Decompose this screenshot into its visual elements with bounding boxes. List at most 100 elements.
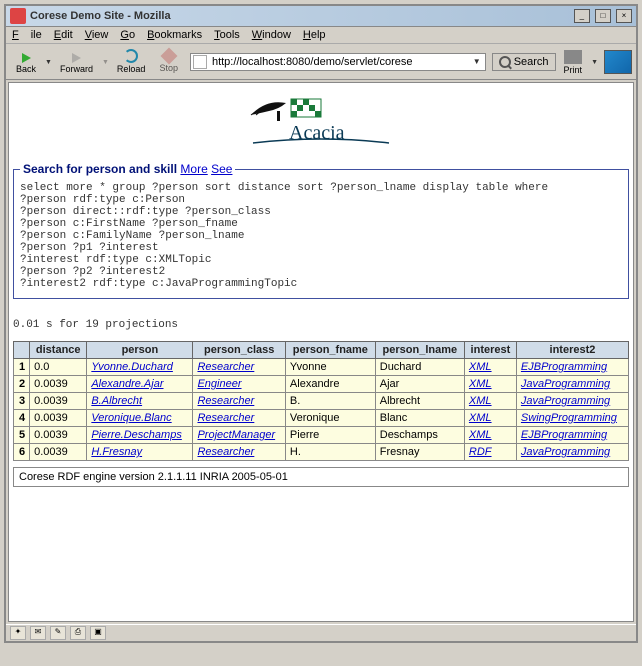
search-fieldset: Search for person and skill More See sel…: [13, 162, 629, 299]
menu-file[interactable]: File: [12, 29, 42, 41]
cell-person-class: Researcher: [193, 359, 285, 376]
print-button[interactable]: Print: [558, 46, 589, 77]
menu-tools[interactable]: Tools: [214, 29, 240, 41]
back-button[interactable]: Back: [10, 47, 42, 76]
url-input[interactable]: [210, 55, 471, 69]
app-icon: [10, 8, 26, 24]
col-person_lname: person_lname: [375, 342, 464, 359]
cell-interest2-link[interactable]: EJBProgramming: [521, 361, 607, 373]
cell-distance: 0.0039: [30, 427, 87, 444]
cell-fname: Alexandre: [285, 376, 375, 393]
cell-interest2-link[interactable]: JavaProgramming: [521, 395, 610, 407]
cell-interest-link[interactable]: XML: [469, 429, 492, 441]
reload-icon: [124, 49, 138, 63]
cell-distance: 0.0039: [30, 376, 87, 393]
page-icon: [193, 55, 207, 69]
cell-person: Veronique.Blanc: [87, 410, 193, 427]
cell-fname: Pierre: [285, 427, 375, 444]
print-dropdown[interactable]: ▼: [591, 59, 598, 66]
cell-person-link[interactable]: H.Fresnay: [91, 446, 142, 458]
cell-person-class-link[interactable]: Researcher: [197, 446, 254, 458]
query-text: select more * group ?person sort distanc…: [20, 182, 622, 290]
cell-person-link[interactable]: B.Albrecht: [91, 395, 142, 407]
cell-person-link[interactable]: Veronique.Blanc: [91, 412, 171, 424]
url-bar[interactable]: ▼: [190, 53, 486, 71]
menu-edit[interactable]: Edit: [54, 29, 73, 41]
throbber-icon: [604, 50, 632, 74]
cell-interest-link[interactable]: XML: [469, 395, 492, 407]
cell-person-class-link[interactable]: Researcher: [197, 361, 254, 373]
fieldset-legend: Search for person and skill More See: [20, 162, 235, 176]
more-link[interactable]: More: [180, 162, 207, 176]
cell-lname: Albrecht: [375, 393, 464, 410]
menu-help[interactable]: Help: [303, 29, 326, 41]
cell-person-link[interactable]: Yvonne.Duchard: [91, 361, 173, 373]
cell-interest-link[interactable]: XML: [469, 361, 492, 373]
cell-interest2-link[interactable]: EJBProgramming: [521, 429, 607, 441]
stop-button: Stop: [153, 48, 184, 75]
cell-interest2-link[interactable]: JavaProgramming: [521, 446, 610, 458]
see-link[interactable]: See: [211, 162, 232, 176]
status-icon-3[interactable]: ✎: [50, 626, 66, 640]
cell-person-link[interactable]: Pierre.Deschamps: [91, 429, 181, 441]
cell-interest: XML: [464, 359, 516, 376]
table-row: 30.0039B.AlbrechtResearcherB.AlbrechtXML…: [14, 393, 629, 410]
cell-person-class-link[interactable]: Researcher: [197, 395, 254, 407]
col-person_class: person_class: [193, 342, 285, 359]
cell-person-class-link[interactable]: Researcher: [197, 412, 254, 424]
menu-bookmarks[interactable]: Bookmarks: [147, 29, 202, 41]
cell-interest2-link[interactable]: JavaProgramming: [521, 378, 610, 390]
col-interest2: interest2: [516, 342, 628, 359]
cell-interest: XML: [464, 393, 516, 410]
status-icon-2[interactable]: ✉: [30, 626, 46, 640]
cell-interest: XML: [464, 376, 516, 393]
cell-interest2: JavaProgramming: [516, 444, 628, 461]
status-icon-5[interactable]: ▣: [90, 626, 106, 640]
table-row: 20.0039 Alexandre.Ajar Engineer AlexandreAj…: [14, 376, 629, 393]
cell-interest-link[interactable]: XML: [469, 378, 492, 390]
row-number: 2: [14, 376, 30, 393]
status-icon-4[interactable]: ⎙: [70, 626, 86, 640]
cell-interest-link[interactable]: RDF: [469, 446, 492, 458]
cell-person-class: Engineer: [193, 376, 285, 393]
cell-interest: XML: [464, 427, 516, 444]
reload-button[interactable]: Reload: [111, 47, 152, 76]
col-distance: distance: [30, 342, 87, 359]
row-number: 3: [14, 393, 30, 410]
close-button[interactable]: ×: [616, 9, 632, 23]
back-dropdown[interactable]: ▼: [45, 59, 52, 66]
table-row: 60.0039H.FresnayResearcherH.FresnayRDFJa…: [14, 444, 629, 461]
col-person_fname: person_fname: [285, 342, 375, 359]
cell-fname: Yvonne: [285, 359, 375, 376]
search-icon: [499, 56, 511, 68]
cell-lname: Ajar: [375, 376, 464, 393]
menu-go[interactable]: Go: [120, 29, 135, 41]
engine-footer: Corese RDF engine version 2.1.1.11 INRIA…: [13, 467, 629, 487]
maximize-button[interactable]: □: [595, 9, 611, 23]
row-number: 6: [14, 444, 30, 461]
cell-person-class: Researcher: [193, 410, 285, 427]
minimize-button[interactable]: _: [574, 9, 590, 23]
cell-person-link[interactable]: Alexandre.Ajar: [91, 378, 163, 390]
results-table: distancepersonperson_classperson_fnamepe…: [13, 341, 629, 461]
stop-icon: [160, 48, 177, 65]
table-row: 40.0039Veronique.BlancResearcherVeroniqu…: [14, 410, 629, 427]
forward-icon: [72, 53, 81, 63]
cell-interest2-link[interactable]: SwingProgramming: [521, 412, 617, 424]
cell-interest: RDF: [464, 444, 516, 461]
cell-interest-link[interactable]: XML: [469, 412, 492, 424]
cell-interest2: SwingProgramming: [516, 410, 628, 427]
cell-person-class-link[interactable]: ProjectManager: [197, 429, 275, 441]
cell-person-class-link[interactable]: Engineer: [197, 378, 241, 390]
menu-window[interactable]: Window: [252, 29, 291, 41]
statusbar: ✦ ✉ ✎ ⎙ ▣: [6, 624, 636, 641]
status-icon-1[interactable]: ✦: [10, 626, 26, 640]
cell-person-class: Researcher: [193, 444, 285, 461]
menu-view[interactable]: View: [85, 29, 109, 41]
search-button[interactable]: Search: [492, 53, 556, 71]
cell-fname: Veronique: [285, 410, 375, 427]
cell-interest2: JavaProgramming: [516, 376, 628, 393]
url-dropdown[interactable]: ▼: [471, 57, 483, 66]
cell-distance: 0.0039: [30, 410, 87, 427]
cell-person-class: Researcher: [193, 393, 285, 410]
